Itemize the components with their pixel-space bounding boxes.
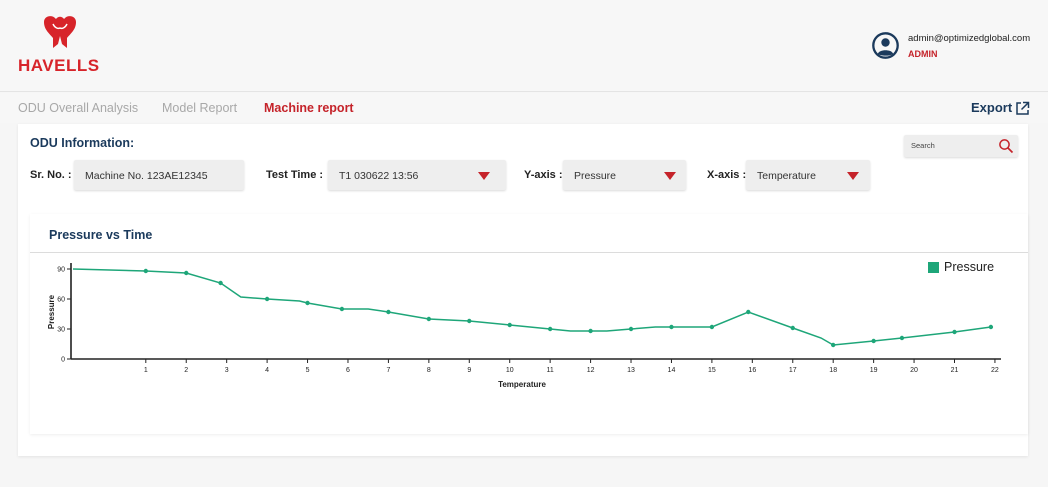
brand-name: HAVELLS	[18, 56, 100, 75]
chevron-down-icon	[847, 172, 859, 180]
tab-odu-overall-analysis[interactable]: ODU Overall Analysis	[18, 101, 138, 115]
chart-title: Pressure vs Time	[49, 228, 153, 242]
pressure-data-point	[386, 309, 391, 315]
x-axis-value: Temperature	[757, 170, 816, 182]
pressure-data-point	[669, 324, 674, 330]
x-tick-label: 14	[668, 367, 676, 374]
pressure-data-point	[507, 322, 512, 328]
x-tick-label: 22	[991, 367, 999, 374]
search-input[interactable]: Search	[904, 135, 1018, 157]
report-tabs: ODU Overall Analysis Model Report Machin…	[0, 93, 1048, 123]
x-tick-label: 11	[547, 367, 554, 374]
x-axis-title: Temperature	[498, 380, 546, 389]
chart-card: Pressure vs Time 0 30 60 90 1 2 3 4 5 6 7 8 9 10 11 12 1…	[30, 214, 1028, 434]
export-button[interactable]: Export	[971, 100, 1012, 115]
pressure-data-point	[588, 328, 593, 334]
chevron-down-icon	[664, 172, 676, 180]
sr-no-value: Machine No. 123AE12345	[85, 170, 208, 182]
user-email: admin@optimizedglobal.com	[908, 33, 1031, 44]
havells-logo[interactable]: HAVELLS	[14, 14, 106, 76]
havells-emblem-icon	[44, 16, 76, 48]
x-tick-label: 13	[627, 367, 635, 374]
pressure-data-point	[467, 318, 472, 324]
pressure-data-point	[143, 268, 149, 274]
search-icon[interactable]	[998, 138, 1014, 154]
y-tick-label: 0	[61, 357, 65, 364]
x-tick-label: 3	[225, 367, 229, 374]
pressure-data-point	[547, 326, 553, 332]
y-tick-label: 90	[57, 267, 65, 274]
x-tick-label: 9	[467, 367, 471, 374]
pressure-data-point	[184, 270, 189, 276]
x-tick-label: 20	[910, 367, 918, 374]
pressure-data-point	[628, 326, 634, 332]
x-tick-label: 16	[748, 367, 756, 374]
sr-no-label: Sr. No. :	[30, 169, 72, 181]
x-tick-label: 8	[427, 367, 431, 374]
pressure-data-point	[709, 324, 715, 330]
legend-label: Pressure	[944, 260, 995, 274]
x-tick-label: 19	[870, 367, 878, 374]
odu-information-panel: ODU Information: Search Sr. No. : Machin…	[18, 124, 1028, 456]
pressure-data-point	[339, 306, 345, 312]
tab-model-report[interactable]: Model Report	[162, 101, 237, 115]
pressure-data-point	[790, 325, 795, 331]
x-tick-label: 18	[829, 367, 837, 374]
panel-title: ODU Information:	[30, 136, 135, 150]
pressure-data-point	[899, 335, 905, 341]
pressure-data-point	[871, 338, 876, 344]
pressure-data-point	[746, 309, 751, 315]
pressure-data-point	[264, 296, 270, 302]
x-tick-label: 6	[346, 367, 350, 374]
pressure-data-point	[305, 300, 310, 306]
legend-swatch	[928, 262, 939, 273]
y-tick-label: 30	[57, 327, 65, 334]
sr-no-field[interactable]: Machine No. 123AE12345	[74, 160, 244, 190]
test-time-value: T1 030622 13:56	[339, 170, 419, 182]
x-tick-label: 17	[789, 367, 797, 374]
app-header: HAVELLS admin@optimizedglobal.com ADMIN	[0, 0, 1048, 92]
x-tick-label: 7	[386, 367, 390, 374]
y-axis-label: Y-axis :	[524, 169, 563, 181]
user-circle-icon[interactable]	[872, 32, 899, 59]
pressure-data-point	[426, 316, 432, 322]
user-role: ADMIN	[908, 49, 938, 59]
x-tick-label: 1	[144, 367, 148, 374]
x-tick-label: 5	[306, 367, 310, 374]
search-placeholder: Search	[911, 141, 935, 150]
x-tick-label: 12	[587, 367, 595, 374]
test-time-dropdown[interactable]: T1 030622 13:56	[328, 160, 506, 190]
tab-machine-report[interactable]: Machine report	[264, 101, 354, 115]
y-tick-label: 60	[57, 297, 65, 304]
pressure-data-point	[952, 329, 957, 335]
pressure-series-line	[72, 268, 992, 346]
x-tick-label: 4	[265, 367, 269, 374]
y-axis-title: Pressure	[47, 294, 56, 329]
y-axis-value: Pressure	[574, 170, 617, 182]
y-axis-dropdown[interactable]: Pressure	[563, 160, 686, 190]
x-tick-label: 21	[951, 367, 959, 374]
pressure-data-point	[988, 324, 994, 330]
pressure-data-point	[830, 342, 836, 348]
x-tick-label: 15	[708, 367, 716, 374]
pressure-data-point	[218, 280, 223, 286]
x-tick-label: 10	[506, 367, 514, 374]
x-axis-label: X-axis :	[707, 169, 747, 181]
x-axis-dropdown[interactable]: Temperature	[746, 160, 870, 190]
x-tick-label: 2	[184, 367, 188, 374]
pressure-line-chart: 03060901 2 3 4 5 6 7 8 9 10 11 12 13 14 15 16 17 18 19 20 21…	[47, 263, 1001, 389]
chevron-down-icon	[478, 172, 490, 180]
external-link-icon[interactable]	[1015, 101, 1030, 116]
test-time-label: Test Time :	[266, 169, 324, 181]
